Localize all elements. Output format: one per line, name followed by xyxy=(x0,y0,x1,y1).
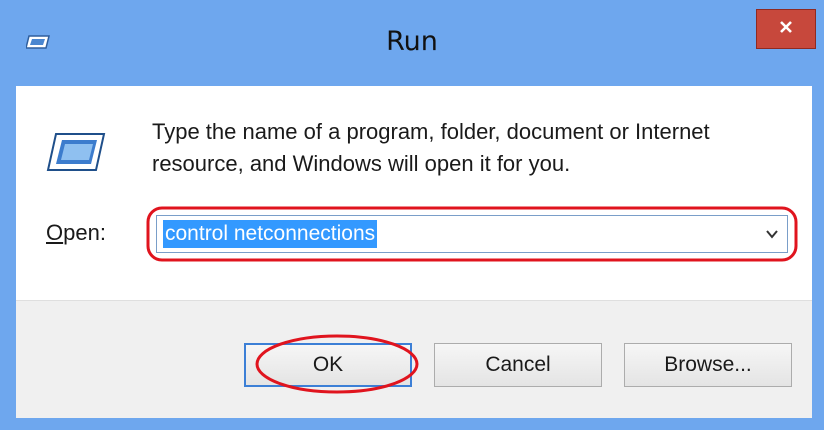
chevron-down-icon[interactable] xyxy=(763,225,781,243)
run-program-icon xyxy=(46,130,106,174)
open-combobox[interactable]: control netconnections xyxy=(146,206,798,262)
run-dialog: Run Type the name of a program, folder, … xyxy=(0,0,824,430)
close-icon xyxy=(778,19,794,39)
browse-button[interactable]: Browse... xyxy=(624,343,792,387)
cancel-button[interactable]: Cancel xyxy=(434,343,602,387)
open-label: Open: xyxy=(46,220,106,245)
title-bar[interactable]: Run xyxy=(0,0,824,86)
dialog-footer: OK Cancel Browse... xyxy=(16,300,812,418)
close-button[interactable] xyxy=(756,9,816,49)
open-input[interactable]: control netconnections xyxy=(156,215,788,253)
window-title: Run xyxy=(386,26,438,57)
dialog-description: Type the name of a program, folder, docu… xyxy=(152,119,710,176)
dialog-content: Type the name of a program, folder, docu… xyxy=(16,86,812,300)
open-input-value[interactable]: control netconnections xyxy=(163,220,378,248)
ok-button[interactable]: OK xyxy=(244,343,412,387)
open-label-rest: pen: xyxy=(63,220,106,245)
